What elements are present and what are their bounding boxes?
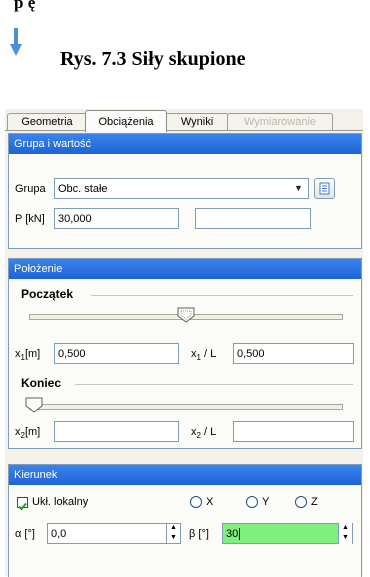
group-select-value: Obc. stałe — [58, 183, 108, 195]
position-panel: Położenie Początek x1[m] 0,500 x1 / L 0,… — [8, 258, 362, 449]
x2-label: x2[m] — [15, 426, 41, 441]
alpha-spinner[interactable]: ▲ ▼ — [166, 523, 180, 544]
p-input[interactable]: 30,000 — [54, 208, 179, 229]
heading-fragment: p ę — [14, 0, 36, 12]
radio-z[interactable] — [295, 496, 307, 508]
alpha-input[interactable]: 0,0 ▲ ▼ — [47, 523, 181, 544]
tab-wyniki[interactable]: Wyniki — [165, 113, 229, 131]
check-icon — [18, 502, 27, 511]
properties-panel: Geometria Obciążenia Wyniki Wymiarowanie… — [5, 109, 363, 577]
tab-bar: Geometria Obciążenia Wyniki Wymiarowanie — [5, 109, 363, 132]
group-value-panel: Grupa i wartość Grupa Obc. stałe ▼ P [kN… — [8, 133, 362, 249]
radio-x-label: X — [206, 496, 214, 508]
figure-caption: Rys. 7.3 Siły skupione — [60, 48, 246, 70]
radio-y[interactable] — [246, 496, 258, 508]
local-axes-checkbox[interactable] — [17, 497, 28, 511]
tab-wymiarowanie: Wymiarowanie — [227, 113, 333, 131]
beta-value: 30 — [226, 528, 239, 540]
radio-x[interactable] — [190, 496, 202, 508]
down-arrow-icon — [10, 28, 22, 56]
x2-ratio-label: x2 / L — [191, 426, 217, 441]
p-secondary-input[interactable] — [195, 208, 311, 229]
p-label: P [kN] — [15, 213, 45, 225]
radio-z-label: Z — [311, 496, 318, 508]
group-select[interactable]: Obc. stałe ▼ — [54, 178, 309, 199]
x1-label: x1[m] — [15, 348, 41, 363]
radio-y-label: Y — [262, 496, 270, 508]
x1-ratio-input[interactable]: 0,500 — [233, 343, 354, 364]
start-title: Początek — [21, 287, 74, 301]
beta-label: β [°] — [189, 528, 209, 540]
beta-spinner[interactable]: ▲ ▼ — [338, 523, 352, 544]
group-value-header: Grupa i wartość — [9, 134, 361, 154]
position-header: Położenie — [9, 259, 361, 279]
tab-obciazenia[interactable]: Obciążenia — [85, 110, 167, 132]
end-slider-thumb[interactable] — [25, 397, 43, 413]
local-axes-label: Ukł. lokalny — [32, 496, 89, 508]
end-title: Koniec — [21, 376, 62, 390]
x1-ratio-label: x1 / L — [191, 348, 217, 363]
end-slider-track[interactable] — [29, 404, 343, 410]
group-list-button[interactable] — [314, 178, 335, 199]
direction-header: Kierunek — [9, 465, 361, 485]
start-slider-thumb[interactable] — [177, 307, 195, 323]
direction-panel: Kierunek Ukł. lokalny X Y Z α [°] 0,0 ▲ ▼… — [8, 464, 362, 577]
list-icon — [319, 182, 330, 195]
beta-input[interactable]: 30 ▲ ▼ — [222, 523, 353, 544]
alpha-label: α [°] — [15, 528, 35, 540]
alpha-value: 0,0 — [51, 528, 67, 540]
x2-ratio-input[interactable] — [233, 421, 354, 442]
x2-input[interactable] — [54, 421, 179, 442]
chevron-down-icon[interactable]: ▼ — [291, 181, 306, 196]
text-cursor — [239, 528, 241, 540]
tab-geometria[interactable]: Geometria — [7, 113, 87, 131]
x1-input[interactable]: 0,500 — [54, 343, 179, 364]
group-label: Grupa — [15, 183, 46, 195]
